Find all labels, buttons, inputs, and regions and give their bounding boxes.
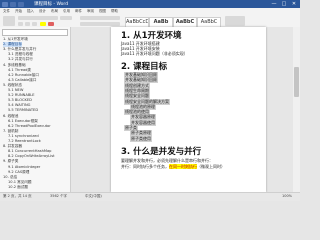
heading-env: 1. 从1开发环境 — [121, 31, 182, 41]
find-replace-group[interactable] — [225, 16, 245, 26]
minimize-button[interactable]: — — [270, 1, 278, 7]
tab-help[interactable]: 帮助 — [111, 9, 118, 14]
document-page[interactable]: 1. 从1开发环境 Java11 开发环境搭建 Java11 开发环境安装 Ja… — [111, 27, 266, 192]
title-bar: 课程目标 - Word — □ ✕ — [0, 0, 300, 8]
save-icon[interactable] — [10, 1, 16, 7]
tab-references[interactable]: 引用 — [63, 9, 70, 14]
env-line: Java11 开发环境问题（非必须实现） — [121, 51, 188, 56]
highlight-button[interactable] — [40, 22, 46, 26]
heading-course-goals: 2. 课程目标 — [121, 62, 168, 72]
heading-concurrency: 3. 什么是并发与并行 — [121, 147, 202, 157]
navigation-pane: 1. 从1开发环境 2. 课程目标 3. 什么是并发与并行 3.1 进程与线程 3.2 … — [0, 27, 71, 192]
document-area: 1. 从1开发环境 Java11 开发环境搭建 Java11 开发环境安装 Ja… — [71, 27, 300, 192]
close-button[interactable]: ✕ — [290, 1, 298, 7]
para-suffix: （微观上同时） — [197, 164, 225, 169]
page-count[interactable]: 第 2 页，共 14 页 — [3, 194, 32, 199]
bullet-item: 原子类使用 — [130, 135, 152, 142]
ribbon: 文件 开始 插入 设计 布局 引用 邮件 审阅 视图 帮助 AaBbCcDd A… — [0, 8, 300, 28]
zoom-level[interactable]: 100% — [282, 194, 292, 198]
sidebar-nav-item[interactable]: 10.2 面试题 — [8, 185, 28, 190]
word-app-icon — [2, 1, 8, 7]
tab-view[interactable]: 视图 — [99, 9, 106, 14]
maximize-button[interactable]: □ — [280, 1, 288, 7]
font-size-dropdown[interactable] — [60, 16, 72, 20]
vertical-scrollbar[interactable] — [293, 27, 300, 192]
bold-button[interactable] — [18, 22, 23, 26]
underline-button[interactable] — [32, 22, 37, 26]
paste-button[interactable] — [3, 16, 15, 26]
status-bar: 第 2 页，共 14 页 3562 个字 中文(中国) 100% — [0, 192, 300, 201]
tab-layout[interactable]: 布局 — [51, 9, 58, 14]
nav-search-input[interactable] — [2, 29, 68, 36]
italic-button[interactable] — [25, 22, 30, 26]
body-paragraph: 并行：同时执行多个任务，在同一时刻执行（微观上同时） — [121, 164, 225, 170]
tab-review[interactable]: 审阅 — [87, 9, 94, 14]
alignment-group[interactable] — [80, 22, 120, 26]
para-prefix: 并行：同时执行多个任务， — [121, 164, 169, 169]
font-color-button[interactable] — [48, 22, 54, 26]
undo-icon[interactable] — [18, 1, 24, 7]
tab-home[interactable]: 开始 — [15, 9, 22, 14]
language-indicator[interactable]: 中文(中国) — [85, 194, 102, 199]
font-name-dropdown[interactable] — [18, 16, 58, 20]
word-count[interactable]: 3562 个字 — [50, 194, 67, 199]
scrollbar-thumb[interactable] — [294, 67, 299, 97]
tab-mailings[interactable]: 邮件 — [75, 9, 82, 14]
tab-insert[interactable]: 插入 — [27, 9, 34, 14]
tab-design[interactable]: 设计 — [39, 9, 46, 14]
highlighted-text: 在同一时刻执行 — [169, 164, 197, 169]
window-title: 课程目标 - Word — [34, 2, 69, 7]
paragraph-group[interactable] — [80, 16, 120, 20]
tab-file[interactable]: 文件 — [3, 9, 10, 14]
